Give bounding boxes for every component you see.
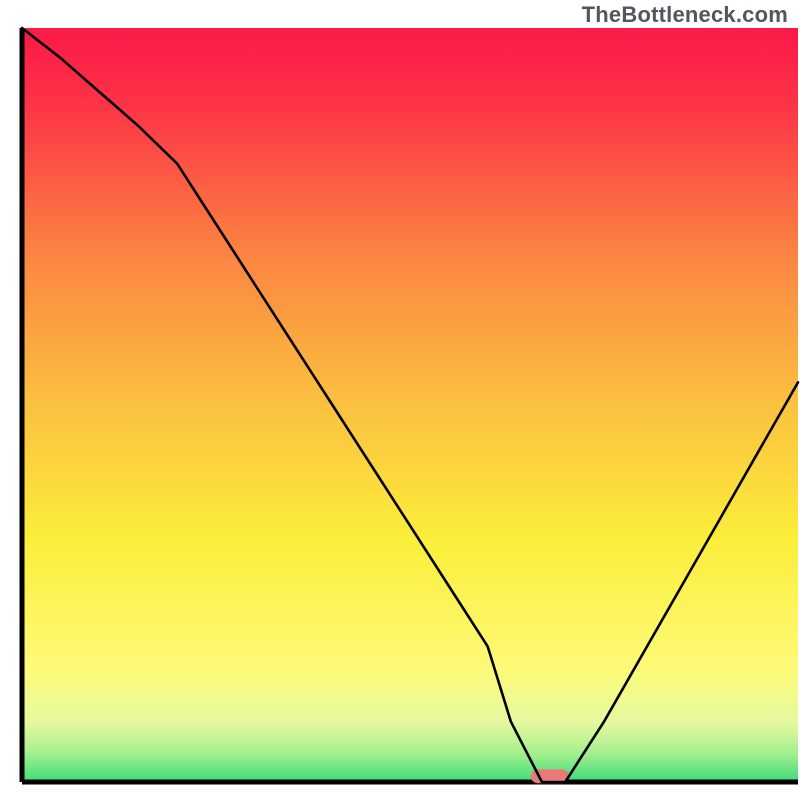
chart-stage: TheBottleneck.com <box>0 0 800 800</box>
gradient-background <box>22 28 798 782</box>
chart-svg <box>0 0 800 800</box>
watermark-text: TheBottleneck.com <box>582 2 788 28</box>
